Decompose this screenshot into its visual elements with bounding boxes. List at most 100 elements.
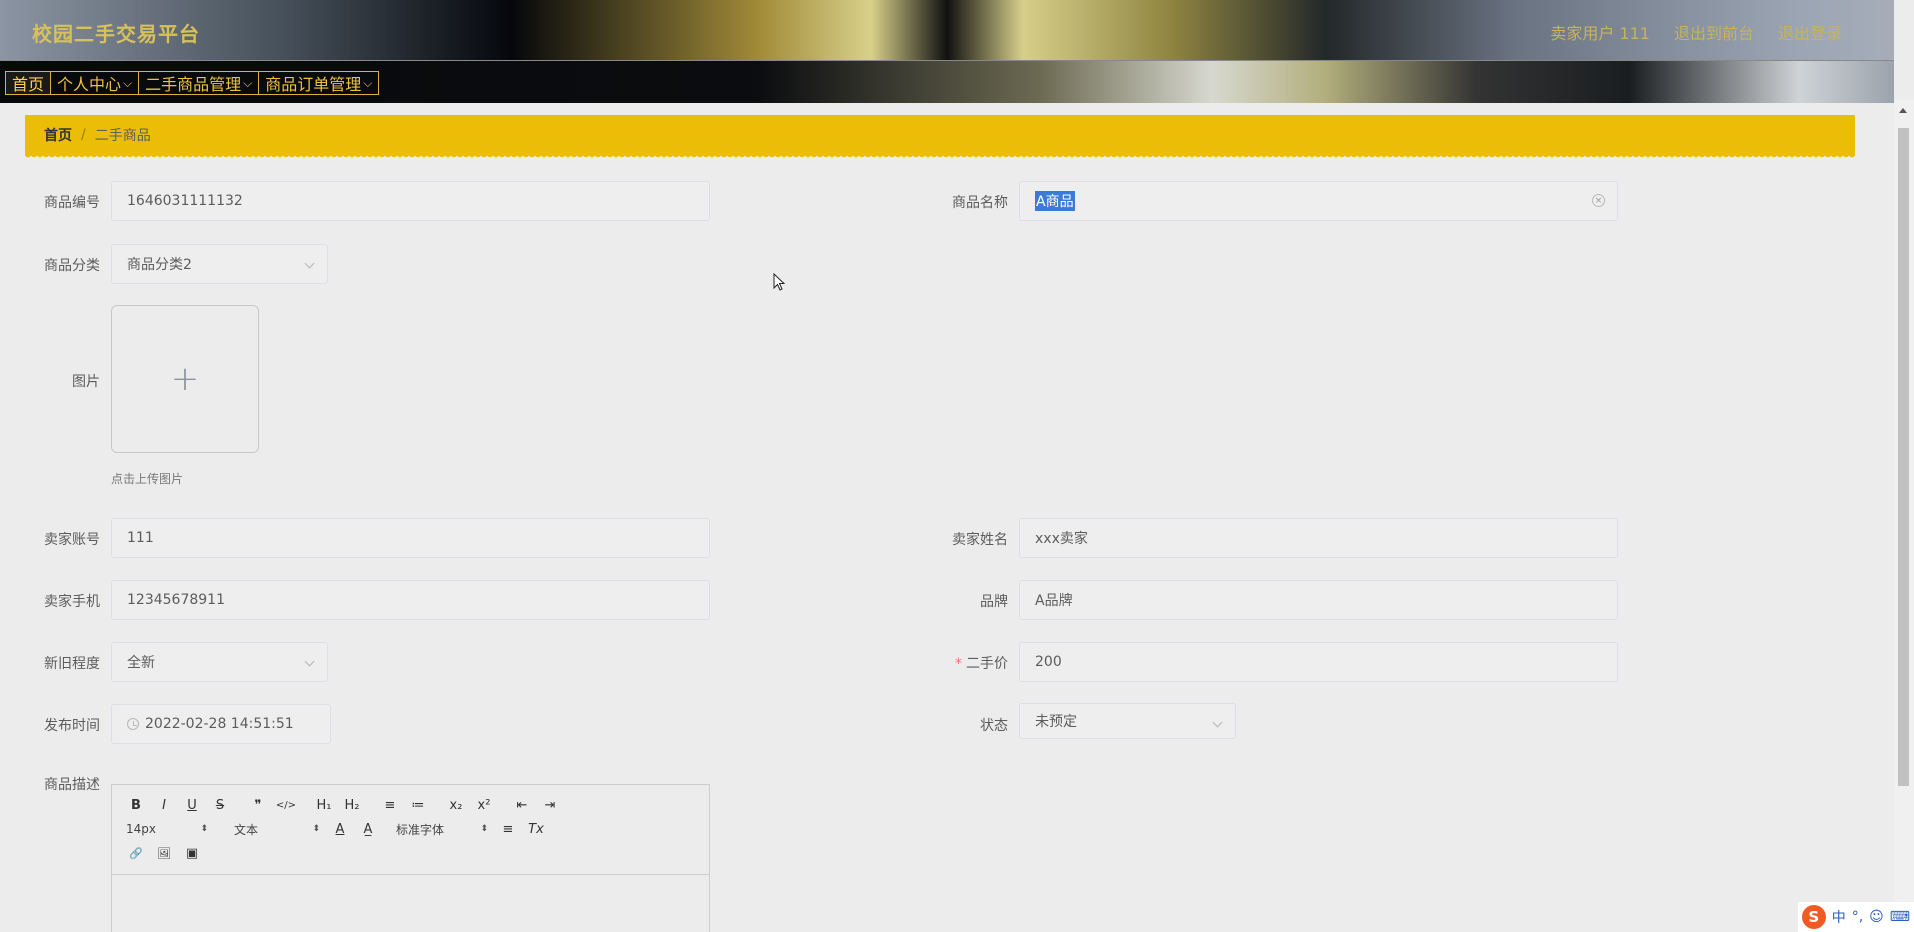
- ime-toolbar: S 中 °, ☺ ⌨: [1797, 902, 1914, 932]
- publish-time-label: 发布时间: [44, 718, 100, 734]
- seller-phone-label: 卖家手机: [44, 594, 100, 610]
- background-color-button[interactable]: A̲: [354, 822, 382, 837]
- logout-link[interactable]: 退出登录: [1778, 20, 1842, 44]
- h1-button[interactable]: H₁: [310, 798, 338, 813]
- publish-time-picker[interactable]: 2022-02-28 14:51:51: [111, 704, 331, 744]
- nav-personal-center-label: 个人中心: [57, 75, 122, 94]
- superscript-button[interactable]: x²: [470, 798, 498, 813]
- seller-phone-input[interactable]: 12345678911: [111, 580, 710, 620]
- bold-button[interactable]: B: [122, 798, 150, 813]
- plus-icon: +: [170, 359, 200, 399]
- current-user-label: 卖家用户 111: [1550, 24, 1650, 43]
- nav-goods-management[interactable]: 二手商品管理 ⌵: [138, 71, 259, 95]
- chevron-down-icon: ⌵: [243, 75, 253, 90]
- clear-format-button[interactable]: Tx: [522, 822, 550, 837]
- upload-tip: 点击上传图片: [111, 472, 184, 486]
- scroll-up-icon[interactable]: [1899, 108, 1907, 113]
- main-nav: 首页 个人中心 ⌵ 二手商品管理 ⌵ 商品订单管理 ⌵: [0, 60, 1894, 103]
- header-picker[interactable]: 文本 ⬍: [214, 821, 326, 838]
- app-title: 校园二手交易平台: [32, 22, 200, 46]
- editor-toolbar: B I U S ❞ </> H₁ H₂ ≡ ≔ x₂ x² ⇤ ⇥ 14px ⬍: [112, 785, 709, 875]
- description-label: 商品描述: [44, 777, 100, 793]
- subscript-button[interactable]: x₂: [442, 798, 470, 813]
- font-family-picker[interactable]: 标准字体 ⬍: [382, 821, 494, 838]
- status-value: 未预定: [1035, 714, 1077, 730]
- blockquote-button[interactable]: ❞: [244, 798, 272, 813]
- category-select[interactable]: 商品分类2: [111, 244, 328, 284]
- condition-label: 新旧程度: [44, 656, 100, 672]
- breadcrumb: 首页 / 二手商品: [25, 115, 1855, 160]
- up-down-icon: ⬍: [480, 824, 488, 834]
- name-label: 商品名称: [952, 195, 1008, 211]
- rich-text-editor[interactable]: B I U S ❞ </> H₁ H₂ ≡ ≔ x₂ x² ⇤ ⇥ 14px ⬍: [111, 784, 710, 932]
- font-color-button[interactable]: A: [326, 822, 354, 837]
- back-to-frontend-link[interactable]: 退出到前台: [1674, 20, 1754, 44]
- price-label-text: 二手价: [966, 656, 1008, 672]
- category-label: 商品分类: [44, 258, 100, 274]
- seller-phone-value: 12345678911: [127, 592, 225, 608]
- code-block-button[interactable]: </>: [272, 800, 300, 811]
- nav-order-management[interactable]: 商品订单管理 ⌵: [258, 71, 380, 95]
- link-icon[interactable]: 🔗: [122, 847, 150, 860]
- h2-button[interactable]: H₂: [338, 798, 366, 813]
- breadcrumb-separator: /: [81, 127, 86, 143]
- image-icon[interactable]: 🖼: [150, 847, 178, 860]
- clock-icon: [127, 718, 139, 730]
- clear-icon[interactable]: ×: [1592, 194, 1605, 207]
- indent-button[interactable]: ⇥: [536, 798, 564, 813]
- nav-order-management-label: 商品订单管理: [265, 75, 362, 94]
- strike-button[interactable]: S: [206, 798, 234, 813]
- font-family-value: 标准字体: [396, 822, 445, 837]
- breadcrumb-current: 二手商品: [94, 128, 151, 144]
- seller-account-value: 111: [127, 530, 154, 546]
- price-input[interactable]: 200: [1019, 642, 1618, 682]
- code-input[interactable]: 1646031111132: [111, 181, 710, 221]
- name-input[interactable]: A商品 ×: [1019, 181, 1618, 221]
- code-label: 商品编号: [44, 195, 100, 211]
- status-select[interactable]: 未预定: [1019, 703, 1236, 739]
- condition-value: 全新: [127, 655, 155, 671]
- font-size-value: 14px: [126, 822, 156, 836]
- seller-account-label: 卖家账号: [44, 532, 100, 548]
- condition-select[interactable]: 全新: [111, 642, 328, 682]
- seller-name-input[interactable]: xxx卖家: [1019, 518, 1618, 558]
- seller-account-input[interactable]: 111: [111, 518, 710, 558]
- scroll-thumb[interactable]: [1898, 128, 1909, 786]
- chevron-down-icon: ⌵: [123, 75, 133, 90]
- publish-time-value: 2022-02-28 14:51:51: [145, 716, 294, 732]
- seller-name-value: xxx卖家: [1035, 531, 1088, 547]
- breadcrumb-home[interactable]: 首页: [44, 125, 72, 145]
- ordered-list-button[interactable]: ≡: [376, 798, 404, 813]
- video-icon[interactable]: ▣: [178, 846, 206, 861]
- font-size-picker[interactable]: 14px ⬍: [122, 822, 214, 836]
- keyboard-icon[interactable]: ⌨: [1890, 909, 1910, 925]
- outdent-button[interactable]: ⇤: [508, 798, 536, 813]
- nav-personal-center[interactable]: 个人中心 ⌵: [50, 71, 139, 95]
- bullet-list-button[interactable]: ≔: [404, 798, 432, 813]
- nav-home[interactable]: 首页: [5, 71, 51, 95]
- page-scrollbar[interactable]: [1894, 100, 1914, 932]
- align-button[interactable]: ≡: [494, 822, 522, 837]
- brand-value: A品牌: [1035, 593, 1073, 609]
- up-down-icon: ⬍: [200, 824, 208, 834]
- user-area: 卖家用户 111 退出到前台 退出登录: [1550, 20, 1842, 44]
- ime-lang[interactable]: 中: [1832, 907, 1846, 927]
- category-value: 商品分类2: [127, 257, 192, 273]
- chevron-down-icon: ⌵: [363, 75, 373, 90]
- smile-icon[interactable]: ☺: [1869, 909, 1884, 925]
- top-header: 校园二手交易平台 卖家用户 111 退出到前台 退出登录: [0, 0, 1894, 60]
- image-uploader[interactable]: +: [111, 305, 259, 453]
- code-value: 1646031111132: [127, 193, 243, 209]
- header-value: 文本: [234, 822, 259, 837]
- ime-punct[interactable]: °,: [1852, 909, 1863, 925]
- image-label: 图片: [72, 374, 100, 390]
- status-label: 状态: [980, 718, 1008, 734]
- brand-input[interactable]: A品牌: [1019, 580, 1618, 620]
- sogou-logo-icon[interactable]: S: [1801, 905, 1826, 929]
- price-value: 200: [1035, 654, 1062, 670]
- italic-button[interactable]: I: [150, 798, 178, 813]
- mouse-cursor-icon: [773, 273, 786, 291]
- brand-label: 品牌: [980, 594, 1008, 610]
- underline-button[interactable]: U: [178, 798, 206, 813]
- name-value: A商品: [1035, 191, 1075, 211]
